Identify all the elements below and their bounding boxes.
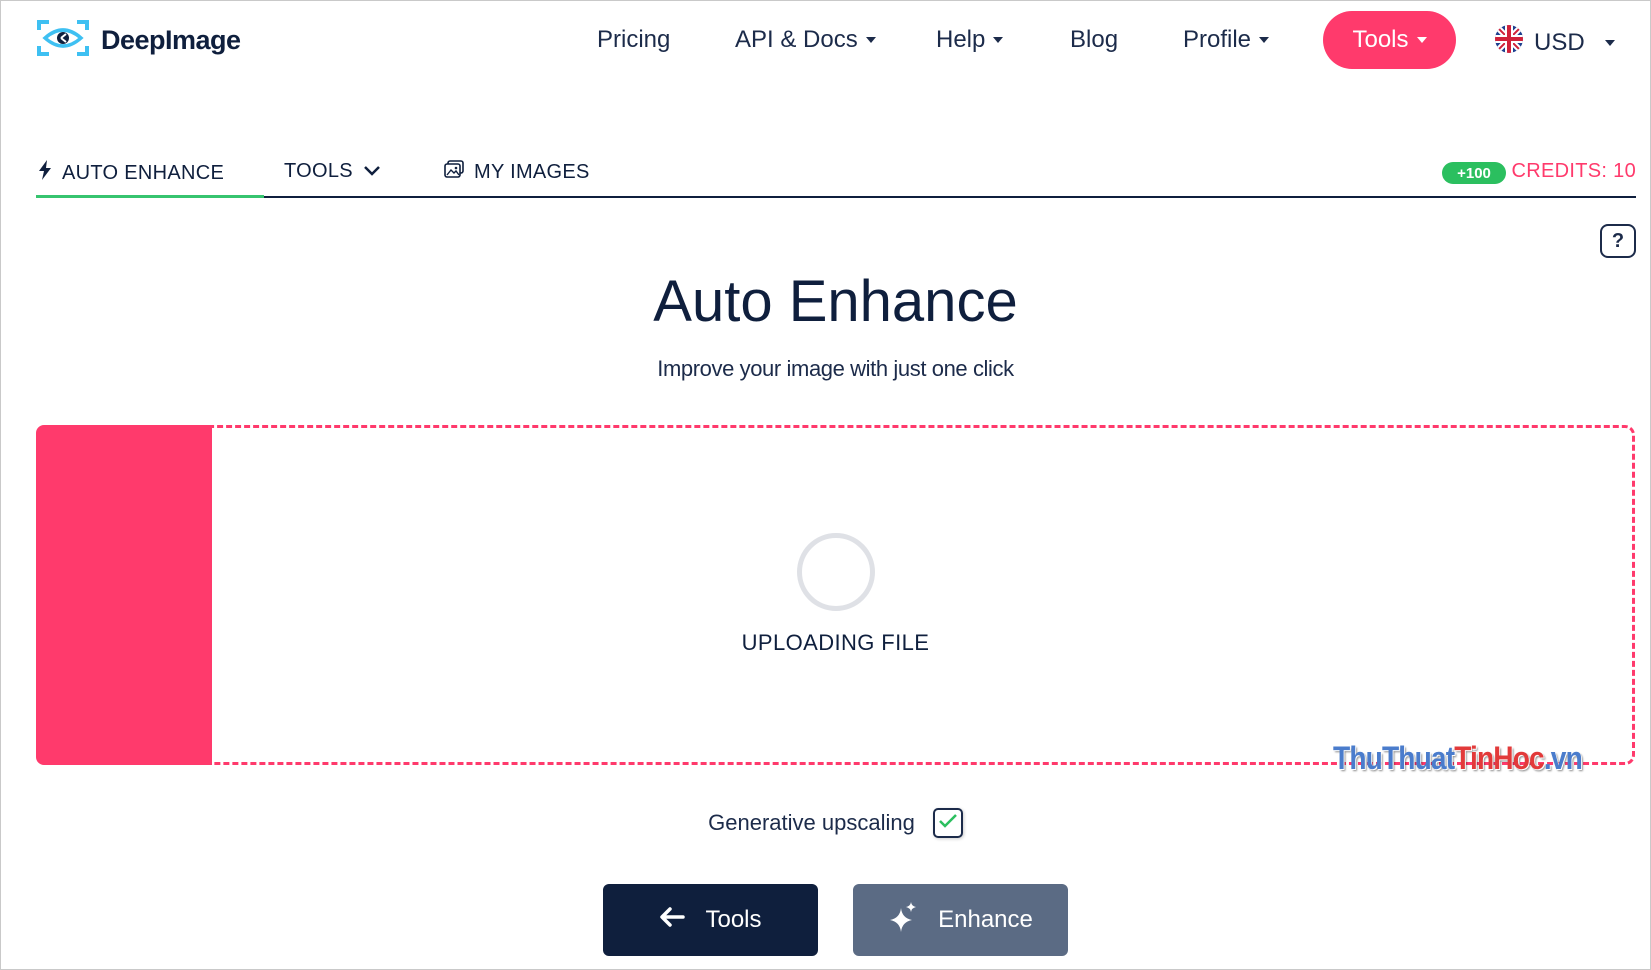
credits-counter: CREDITS: 10	[1511, 160, 1636, 182]
nav-help[interactable]: Help	[936, 26, 1004, 54]
upload-preview-panel	[36, 425, 212, 765]
nav-api-docs[interactable]: API & Docs	[735, 26, 876, 54]
caret-down-icon	[1604, 39, 1615, 46]
tab-auto-enhance[interactable]: AUTO ENHANCE	[38, 160, 224, 186]
tab-tools[interactable]: TOOLS	[284, 160, 381, 183]
enhance-button[interactable]: Enhance	[853, 884, 1068, 956]
page-subtitle: Improve your image with just one click	[657, 356, 1014, 381]
tab-auto-enhance-label: AUTO ENHANCE	[62, 161, 225, 184]
nav-profile[interactable]: Profile	[1183, 26, 1270, 54]
eye-logo-icon	[35, 18, 91, 63]
nav-tools-label: Tools	[1352, 26, 1409, 53]
bonus-credits-badge[interactable]: +100	[1442, 162, 1506, 184]
currency-selector[interactable]: USD	[1494, 24, 1615, 61]
site-watermark: ThuThuatTinHoc.vn	[1333, 740, 1583, 776]
sparkle-icon	[888, 900, 918, 941]
bolt-icon	[38, 160, 52, 186]
active-tab-indicator	[36, 195, 264, 198]
tool-tabs: AUTO ENHANCE TOOLS MY IMAGES +100 CREDIT…	[36, 150, 1636, 198]
help-button[interactable]: ?	[1600, 224, 1636, 258]
enhance-label: Enhance	[938, 906, 1033, 933]
caret-down-icon	[1259, 37, 1270, 43]
arrow-left-icon	[659, 906, 686, 935]
nav-tools-button[interactable]: Tools	[1323, 11, 1456, 69]
page-title: Auto Enhance	[653, 269, 1018, 334]
nav-pricing-label: Pricing	[597, 26, 671, 53]
tab-my-images[interactable]: MY IMAGES	[444, 160, 590, 184]
upload-status-text: UPLOADING FILE	[741, 630, 930, 655]
loading-spinner-icon	[797, 533, 875, 611]
chevron-down-icon	[363, 160, 381, 183]
tab-tools-label: TOOLS	[284, 160, 353, 182]
nav-api-docs-label: API & Docs	[735, 26, 858, 53]
nav-profile-label: Profile	[1183, 26, 1252, 53]
back-to-tools-button[interactable]: Tools	[603, 884, 818, 956]
brand-logo[interactable]: DeepImage	[35, 18, 241, 63]
caret-down-icon	[993, 37, 1004, 43]
images-icon	[444, 160, 464, 184]
nav-pricing[interactable]: Pricing	[597, 26, 670, 54]
check-icon	[938, 813, 958, 834]
uk-flag-icon	[1494, 24, 1524, 61]
tab-my-images-label: MY IMAGES	[474, 160, 590, 183]
generative-upscaling-label: Generative upscaling	[708, 810, 915, 835]
nav-blog[interactable]: Blog	[1070, 26, 1118, 54]
currency-label: USD	[1534, 28, 1585, 56]
brand-name: DeepImage	[101, 25, 241, 55]
top-navbar: DeepImage Pricing API & Docs Help Blog P…	[0, 0, 1651, 84]
caret-down-icon	[1416, 37, 1427, 43]
caret-down-icon	[865, 37, 876, 43]
nav-help-label: Help	[936, 26, 986, 53]
back-to-tools-label: Tools	[705, 906, 762, 933]
generative-upscaling-row: Generative upscaling	[0, 808, 1651, 838]
nav-blog-label: Blog	[1070, 26, 1119, 53]
generative-upscaling-checkbox[interactable]	[932, 808, 963, 838]
